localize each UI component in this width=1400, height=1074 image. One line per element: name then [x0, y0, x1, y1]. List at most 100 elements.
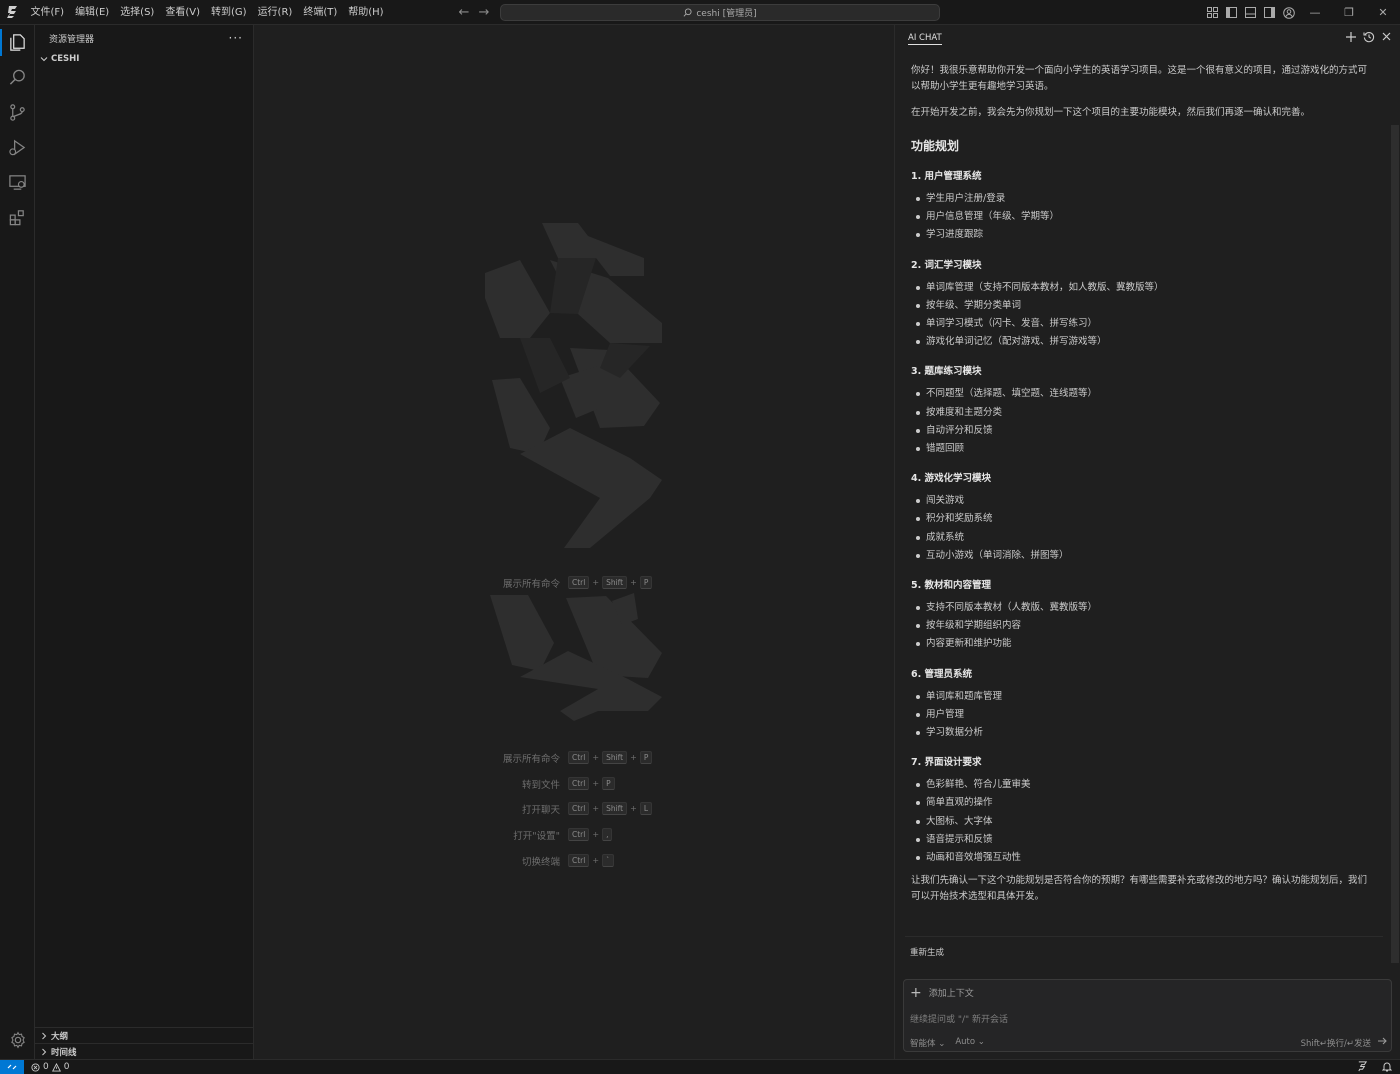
forward-arrow-icon[interactable]: → — [477, 5, 491, 20]
problems-indicator[interactable]: 0 0 — [31, 1062, 69, 1072]
back-arrow-icon[interactable]: ← — [457, 5, 471, 20]
navigation-arrows: ← → — [457, 0, 491, 25]
chat-input-footer: 智能体 ⌄ Auto ⌄ Shift↵换行/↵发送 — [910, 1036, 1387, 1049]
explorer-sidebar: 资源管理器 ··· CESHI 大纲 时间线 — [35, 25, 254, 1059]
close-window-button[interactable]: ✕ — [1366, 0, 1400, 25]
list-item: 单词学习模式（闪卡、发音、拼写练习） — [915, 315, 1373, 333]
chat-divider — [905, 936, 1383, 937]
chat-scrollbar[interactable] — [1391, 125, 1399, 963]
list-item: 成就系统 — [915, 529, 1373, 547]
toggle-primary-sidebar-icon[interactable] — [1222, 0, 1241, 25]
list-item: 按年级和学期组织内容 — [915, 617, 1373, 635]
editor-area: 展示所有命令 Ctrl + Shift + P 展示所有命令 Ctrl + Shift… — [254, 25, 894, 1059]
toggle-secondary-sidebar-icon[interactable] — [1260, 0, 1279, 25]
search-icon[interactable] — [0, 60, 35, 95]
shortcut-row: 打开"设置" — [434, 828, 560, 842]
tab-ai-chat[interactable]: AI CHAT — [908, 32, 942, 45]
workspace-folder[interactable]: CESHI — [35, 51, 253, 67]
menu-terminal[interactable]: 终端(T) — [298, 0, 343, 25]
new-chat-plus-icon[interactable] — [1345, 31, 1357, 46]
model-dropdown[interactable]: Auto ⌄ — [955, 1037, 985, 1049]
section-list: 单词库和题库管理 用户管理 学习数据分析 — [911, 688, 1373, 743]
chat-intro-text: 你好！我很乐意帮助你开发一个面向小学生的英语学习项目。这是一个很有意义的项目，通… — [911, 65, 1368, 92]
send-arrow-icon[interactable] — [1377, 1036, 1387, 1049]
key-cap: Ctrl — [568, 576, 590, 589]
command-center-search[interactable]: ceshi [管理员] — [500, 4, 940, 21]
menu-go[interactable]: 转到(G) — [206, 0, 253, 25]
list-item: 游戏化单词记忆（配对游戏、拼写游戏等） — [915, 333, 1373, 351]
agent-mode-dropdown[interactable]: 智能体 ⌄ — [910, 1037, 945, 1049]
chat-input-placeholder[interactable]: 继续提问或 "/" 新开会话 — [910, 1012, 1008, 1025]
error-count: 0 — [43, 1062, 49, 1072]
notifications-bell-icon[interactable] — [1381, 1061, 1393, 1074]
key-cap: P — [639, 751, 653, 764]
menu-selection[interactable]: 选择(S) — [115, 0, 160, 25]
list-item: 用户信息管理（年级、学期等） — [915, 208, 1373, 226]
activity-bar — [0, 25, 35, 1059]
shortcut-keys: Ctrl + ` — [568, 854, 614, 867]
key-cap: Shift — [602, 576, 628, 589]
chat-closing-text: 让我们先确认一下这个功能规划是否符合你的预期？有哪些需要补充或修改的地方吗？确认… — [911, 875, 1368, 903]
section-title: 4. 游戏化学习模块 — [911, 473, 992, 485]
manage-gear-icon[interactable] — [0, 1022, 35, 1057]
add-context-button[interactable]: + 添加上下文 — [910, 984, 974, 1001]
shortcut-row: 展示所有命令 — [434, 576, 560, 590]
list-item: 学习进度跟踪 — [915, 226, 1373, 244]
section-title: 3. 题库练习模块 — [911, 366, 982, 378]
key-cap: Shift — [602, 751, 628, 764]
key-cap: Ctrl — [568, 802, 590, 815]
list-item: 动画和音效增强互动性 — [915, 849, 1373, 867]
shortcut-row: 展示所有命令 — [434, 751, 560, 765]
more-actions-button[interactable]: ··· — [229, 31, 243, 45]
menu-view[interactable]: 查看(V) — [160, 0, 206, 25]
run-debug-icon[interactable] — [0, 130, 35, 165]
shortcut-keys: Ctrl + Shift + L — [568, 802, 653, 815]
timeline-section[interactable]: 时间线 — [35, 1043, 254, 1059]
menu-run[interactable]: 运行(R) — [252, 0, 298, 25]
minimize-button[interactable]: — — [1298, 0, 1332, 25]
outline-section[interactable]: 大纲 — [35, 1027, 254, 1043]
copilot-icon[interactable] — [1357, 1060, 1368, 1074]
remote-indicator-button[interactable] — [0, 1059, 24, 1074]
customize-layout-icon[interactable] — [1203, 0, 1222, 25]
shortcut-keys: Ctrl + P — [568, 777, 615, 790]
section-list: 闯关游戏 积分和奖励系统 成就系统 互动小游戏（单词消除、拼图等） — [911, 492, 1373, 565]
list-item: 闯关游戏 — [915, 492, 1373, 510]
close-icon[interactable] — [1381, 31, 1392, 45]
section-list: 单词库管理（支持不同版本教材，如人教版、冀教版等） 按年级、学期分类单词 单词学… — [911, 279, 1373, 352]
list-item: 支持不同版本教材（人教版、冀教版等） — [915, 599, 1373, 617]
outline-label: 大纲 — [51, 1031, 69, 1042]
menu-file[interactable]: 文件(F) — [25, 0, 70, 25]
shortcut-label: 打开聊天 — [521, 805, 560, 816]
chat-header: AI CHAT — [895, 25, 1400, 51]
chat-message: 你好！我很乐意帮助你开发一个面向小学生的英语学习项目。这是一个很有意义的项目，通… — [911, 51, 1373, 959]
plus-icon: + — [910, 984, 922, 1001]
chevron-right-icon — [39, 1047, 49, 1057]
list-item: 大图标、大字体 — [915, 813, 1373, 831]
restore-button[interactable]: ❐ — [1332, 0, 1366, 25]
toggle-panel-icon[interactable] — [1241, 0, 1260, 25]
section-list: 色彩鲜艳、符合儿童审美 简单直观的操作 大图标、大字体 语音提示和反馈 动画和音… — [911, 776, 1373, 867]
source-control-icon[interactable] — [0, 95, 35, 130]
history-icon[interactable] — [1363, 31, 1375, 46]
menu-help[interactable]: 帮助(H) — [343, 0, 389, 25]
menu-edit[interactable]: 编辑(E) — [70, 0, 115, 25]
remote-explorer-icon[interactable] — [0, 165, 35, 200]
account-icon[interactable] — [1279, 0, 1298, 25]
shortcut-label: 展示所有命令 — [502, 754, 560, 765]
chat-input-box[interactable]: + 添加上下文 继续提问或 "/" 新开会话 智能体 ⌄ Auto ⌄ Shif… — [903, 979, 1392, 1052]
explorer-icon[interactable] — [0, 25, 35, 60]
shortcut-row: 打开聊天 — [434, 802, 560, 816]
list-item: 按年级、学期分类单词 — [915, 297, 1373, 315]
key-cap: Ctrl — [568, 828, 590, 841]
shortcut-label: 打开"设置" — [513, 831, 560, 842]
regenerate-button[interactable]: 重新生成 — [910, 946, 944, 958]
list-item: 用户管理 — [915, 706, 1373, 724]
extensions-icon[interactable] — [0, 200, 35, 235]
add-context-label: 添加上下文 — [928, 989, 974, 999]
key-cap: Ctrl — [568, 751, 590, 764]
list-item: 自动评分和反馈 — [915, 422, 1373, 440]
list-item: 单词库管理（支持不同版本教材，如人教版、冀教版等） — [915, 279, 1373, 297]
chat-intro-text-2: 在开始开发之前，我会先为你规划一下这个项目的主要功能模块，然后我们再逐一确认和完… — [911, 107, 1311, 118]
editor-watermark-logo-icon — [485, 223, 662, 548]
